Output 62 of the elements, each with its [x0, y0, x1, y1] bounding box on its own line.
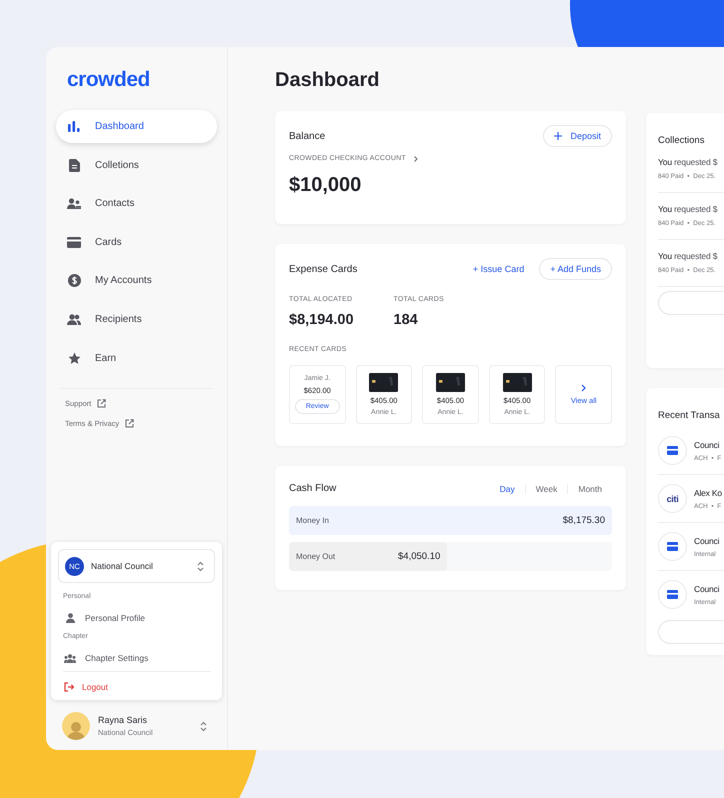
- card-title: Cash Flow: [289, 483, 336, 494]
- chevron-right-icon: [581, 384, 586, 392]
- contacts-icon: [67, 198, 81, 210]
- transaction-name: Counci: [694, 440, 720, 450]
- card-image-icon: [436, 373, 465, 392]
- collection-text: You requested $: [658, 204, 718, 214]
- menu-item[interactable]: Chapter Settings: [64, 653, 215, 663]
- person-icon: [66, 613, 74, 623]
- bar-chart-icon: [68, 121, 80, 132]
- card-image-icon: [369, 373, 398, 392]
- star-icon: [68, 352, 80, 365]
- collection-text: You requested $: [658, 251, 718, 261]
- sidebar-nav-item[interactable]: Contacts: [56, 187, 217, 220]
- logout-item[interactable]: Logout: [64, 682, 215, 692]
- credit-card-icon: [67, 236, 81, 248]
- transaction-name: Alex Ko: [694, 488, 722, 498]
- sidebar-nav-item[interactable]: My Accounts: [56, 264, 217, 298]
- person-silhouette-icon: [67, 720, 85, 740]
- plus-icon: [554, 132, 562, 140]
- external-link-icon: [97, 398, 106, 408]
- logout-icon: [64, 682, 74, 692]
- issue-card-link[interactable]: + Issue Card: [472, 264, 524, 274]
- sidebar-nav-item[interactable]: Recipients: [56, 302, 217, 336]
- sidebar-nav-item[interactable]: Earn: [56, 342, 217, 375]
- balance-amount: $10,000: [289, 174, 362, 197]
- external-link-icon: [125, 418, 134, 428]
- stat-value: $8,194.00: [289, 312, 354, 328]
- menu-item[interactable]: Personal Profile: [64, 613, 215, 623]
- transaction-name: Counci: [694, 584, 720, 594]
- sidebar-nav-item[interactable]: Cards: [56, 226, 217, 259]
- dollar-coin-icon: [68, 274, 80, 288]
- sidebar-nav-item[interactable]: Colletions: [56, 148, 217, 182]
- card-title: Recent Transa: [658, 410, 721, 421]
- add-funds-button[interactable]: + Add Funds: [539, 258, 612, 280]
- sidebar-nav-item[interactable]: Dashboard: [56, 110, 217, 143]
- crowded-logo: crowded: [67, 67, 150, 93]
- card-title: Expense Cards: [289, 264, 358, 274]
- user-name: Rayna Saris: [98, 715, 148, 725]
- card-image-icon: [502, 373, 532, 392]
- group-icon: [64, 654, 76, 662]
- bar-amount: $8,175.30: [562, 515, 605, 526]
- bar-label: Money In: [296, 516, 329, 525]
- bar-amount: $4,050.10: [398, 551, 440, 562]
- people-icon: [67, 314, 81, 325]
- period-tab[interactable]: Day: [490, 484, 525, 494]
- chevron-right-icon: [414, 156, 418, 162]
- period-tab[interactable]: Month: [567, 484, 612, 494]
- stat-value: 184: [394, 312, 419, 328]
- transaction-name: Counci: [694, 536, 720, 546]
- credit-card-icon: [667, 590, 678, 599]
- card-title: Collections: [658, 135, 706, 146]
- up-down-chevron-icon[interactable]: [197, 560, 204, 572]
- card-title: Balance: [289, 130, 326, 142]
- bank-logo: citi: [658, 484, 687, 513]
- period-tab[interactable]: Week: [524, 484, 568, 494]
- page-title: Dashboard: [275, 68, 380, 93]
- collection-text: You requested $: [658, 157, 718, 167]
- up-down-chevron-icon[interactable]: [200, 720, 207, 732]
- deposit-button[interactable]: Deposit: [543, 125, 612, 147]
- credit-card-icon: [667, 542, 678, 551]
- bar-label: Money Out: [296, 552, 336, 561]
- credit-card-icon: [667, 446, 678, 455]
